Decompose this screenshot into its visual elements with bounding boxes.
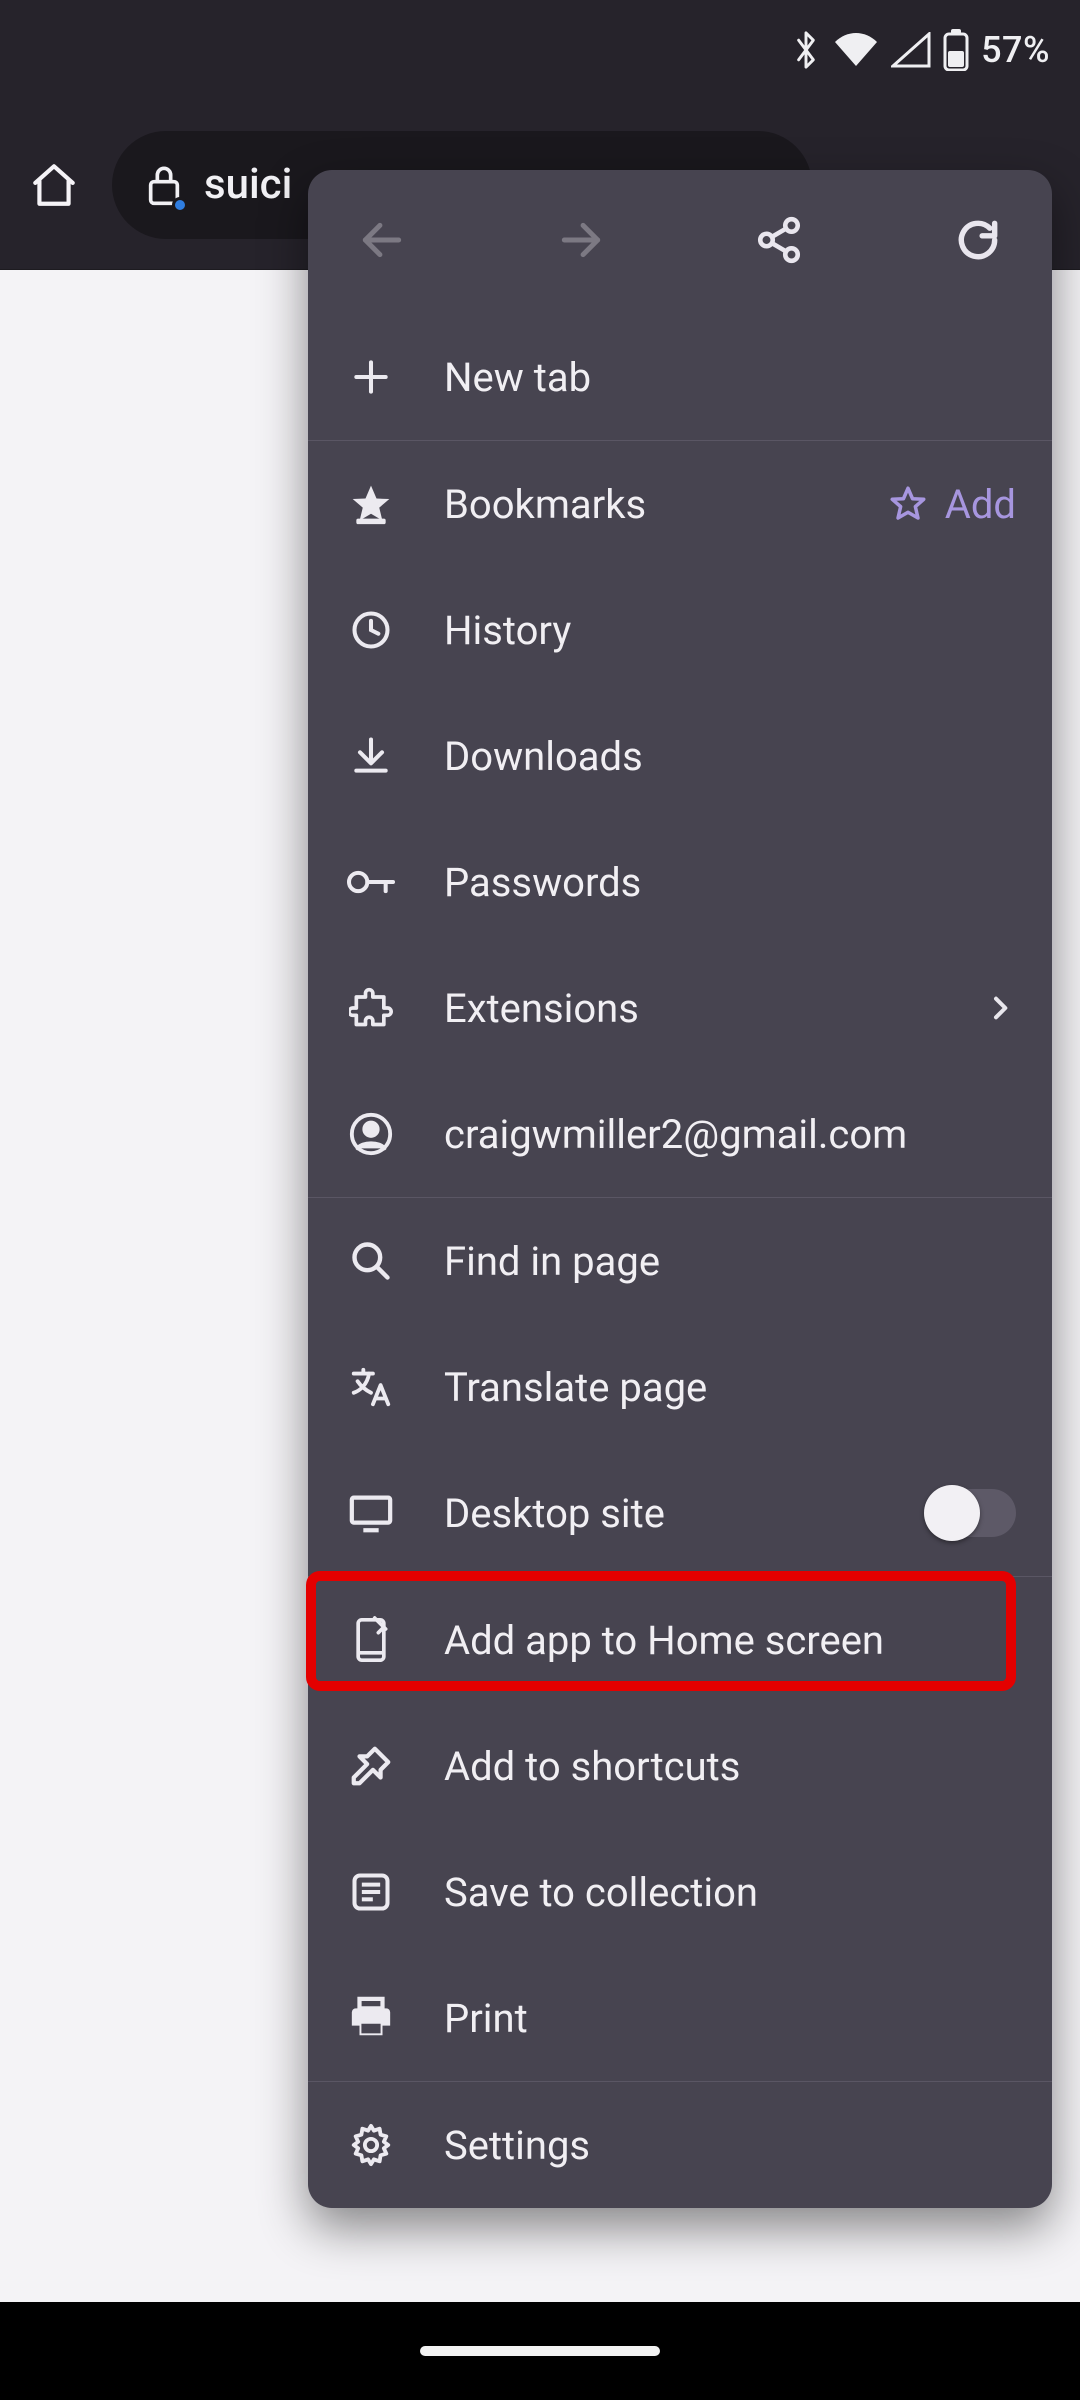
status-bar: 57% [0, 0, 1080, 100]
bookmarks-add-label: Add [945, 481, 1016, 528]
add-home-icon [344, 1613, 398, 1667]
menu-item-desktop-site[interactable]: Desktop site [308, 1450, 1052, 1576]
desktop-site-toggle[interactable] [928, 1489, 1016, 1537]
browser-overflow-menu: New tab Bookmarks Add History Downloads [308, 170, 1052, 2208]
pin-icon [344, 1739, 398, 1793]
wifi-icon [833, 32, 879, 68]
back-button[interactable] [336, 194, 428, 286]
home-button[interactable] [18, 149, 90, 221]
menu-item-label: Add to shortcuts [444, 1743, 1016, 1790]
search-icon [344, 1234, 398, 1288]
download-icon [344, 729, 398, 783]
collection-icon [344, 1865, 398, 1919]
key-icon [344, 855, 398, 909]
menu-item-label: craigwmiller2@gmail.com [444, 1111, 1016, 1158]
menu-item-label: Bookmarks [444, 481, 841, 528]
account-circle-icon [344, 1107, 398, 1161]
desktop-icon [344, 1486, 398, 1540]
battery-icon [943, 29, 969, 71]
menu-item-find-in-page[interactable]: Find in page [308, 1198, 1052, 1324]
system-nav-bar [0, 2302, 1080, 2400]
menu-item-new-tab[interactable]: New tab [308, 314, 1052, 440]
menu-item-add-to-home[interactable]: Add app to Home screen [308, 1577, 1052, 1703]
cell-signal-icon [891, 32, 931, 68]
reload-button[interactable] [932, 194, 1024, 286]
url-text: suici [204, 160, 292, 209]
menu-item-print[interactable]: Print [308, 1955, 1052, 2081]
menu-item-save-collection[interactable]: Save to collection [308, 1829, 1052, 1955]
menu-item-label: Passwords [444, 859, 1016, 906]
share-button[interactable] [733, 194, 825, 286]
star-outline-icon [887, 483, 929, 525]
menu-item-settings[interactable]: Settings [308, 2082, 1052, 2208]
menu-item-downloads[interactable]: Downloads [308, 693, 1052, 819]
menu-item-label: Save to collection [444, 1869, 1016, 1916]
menu-item-extensions[interactable]: Extensions [308, 945, 1052, 1071]
translate-icon [344, 1360, 398, 1414]
gesture-nav-handle[interactable] [420, 2346, 660, 2356]
menu-item-label: History [444, 607, 1016, 654]
menu-item-label: Translate page [444, 1364, 1016, 1411]
clock-icon [344, 603, 398, 657]
menu-item-label: Add app to Home screen [444, 1617, 1016, 1664]
menu-item-account[interactable]: craigwmiller2@gmail.com [308, 1071, 1052, 1197]
chevron-right-icon [984, 992, 1016, 1024]
forward-button[interactable] [535, 194, 627, 286]
lock-icon [144, 161, 184, 209]
menu-item-add-shortcuts[interactable]: Add to shortcuts [308, 1703, 1052, 1829]
menu-item-history[interactable]: History [308, 567, 1052, 693]
menu-item-label: Downloads [444, 733, 1016, 780]
menu-item-label: Desktop site [444, 1490, 882, 1537]
menu-item-label: Print [444, 1995, 1016, 2042]
tracking-indicator-dot [172, 197, 188, 213]
bluetooth-icon [791, 28, 821, 72]
print-icon [344, 1991, 398, 2045]
bookmarks-add-button[interactable]: Add [887, 481, 1016, 528]
menu-item-label: Find in page [444, 1238, 1016, 1285]
menu-item-label: New tab [444, 354, 1016, 401]
menu-item-bookmarks[interactable]: Bookmarks Add [308, 441, 1052, 567]
menu-item-label: Extensions [444, 985, 938, 1032]
plus-icon [344, 350, 398, 404]
puzzle-icon [344, 981, 398, 1035]
menu-nav-row [308, 170, 1052, 314]
star-filled-icon [344, 477, 398, 531]
menu-item-passwords[interactable]: Passwords [308, 819, 1052, 945]
gear-icon [344, 2118, 398, 2172]
battery-percentage: 57% [981, 29, 1050, 71]
menu-item-translate[interactable]: Translate page [308, 1324, 1052, 1450]
menu-item-label: Settings [444, 2122, 1016, 2169]
